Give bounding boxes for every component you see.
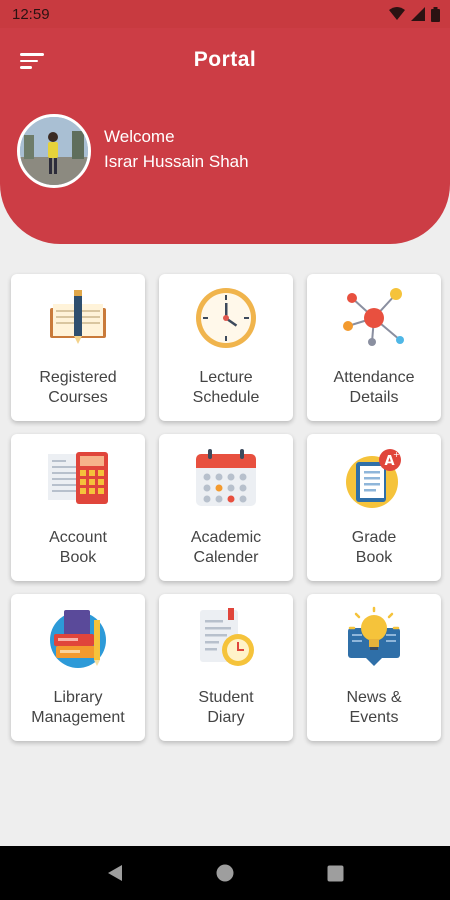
- card-label: Lecture Schedule: [192, 369, 260, 406]
- calculator-icon: [48, 452, 108, 504]
- profile-photo-icon: [20, 117, 88, 185]
- card-label: Attendance Details: [333, 369, 415, 406]
- user-name: Israr Hussain Shah: [104, 152, 249, 171]
- recents-button[interactable]: [323, 861, 347, 885]
- avatar[interactable]: [17, 114, 91, 188]
- status-bar: 12:59: [0, 0, 450, 28]
- menu-grid: Registered Courses Lecture Schedule Atte…: [11, 274, 441, 741]
- card-label: Academic Calender: [190, 529, 262, 566]
- card-label: Student Diary: [198, 689, 254, 726]
- diary-clock-icon: [200, 608, 254, 666]
- calendar-icon: [196, 449, 256, 506]
- network-icon: [343, 288, 404, 346]
- card-label: Grade Book: [351, 529, 397, 566]
- card-label: News & Events: [346, 689, 402, 726]
- card-label: Account Book: [49, 529, 107, 566]
- card-lecture-schedule[interactable]: Lecture Schedule: [159, 274, 293, 421]
- system-nav-bar: [0, 846, 450, 900]
- card-label: Registered Courses: [39, 369, 117, 406]
- clock-icon: [196, 288, 256, 348]
- page-title: Portal: [193, 48, 257, 71]
- card-attendance-details[interactable]: Attendance Details: [307, 274, 441, 421]
- status-time: 12:59: [12, 5, 50, 23]
- back-button[interactable]: [103, 861, 127, 885]
- recents-square-icon: [327, 865, 343, 881]
- welcome-text: Welcome: [104, 127, 175, 146]
- card-registered-courses[interactable]: Registered Courses: [11, 274, 145, 421]
- home-circle-icon: [216, 864, 234, 882]
- wifi-icon: [389, 7, 405, 20]
- library-books-icon: [50, 610, 106, 668]
- card-academic-calender[interactable]: Academic Calender: [159, 434, 293, 581]
- lightbulb-news-icon: [348, 606, 400, 666]
- svg-text:+: +: [393, 450, 400, 459]
- card-library-management[interactable]: Library Management: [11, 594, 145, 741]
- signal-icon: [411, 7, 425, 21]
- back-triangle-icon: [108, 865, 122, 881]
- status-icons: [389, 6, 440, 22]
- header-banner: Portal Welcome Israr Hussain Shah: [0, 28, 450, 244]
- card-news-events[interactable]: News & Events: [307, 594, 441, 741]
- card-label: Library Management: [31, 689, 125, 726]
- card-student-diary[interactable]: Student Diary: [159, 594, 293, 741]
- home-button[interactable]: [213, 861, 237, 885]
- book-pencil-icon: [50, 290, 106, 344]
- battery-icon: [431, 6, 440, 22]
- grade-book-icon: A +: [346, 449, 401, 508]
- card-account-book[interactable]: Account Book: [11, 434, 145, 581]
- card-grade-book[interactable]: A + Grade Book: [307, 434, 441, 581]
